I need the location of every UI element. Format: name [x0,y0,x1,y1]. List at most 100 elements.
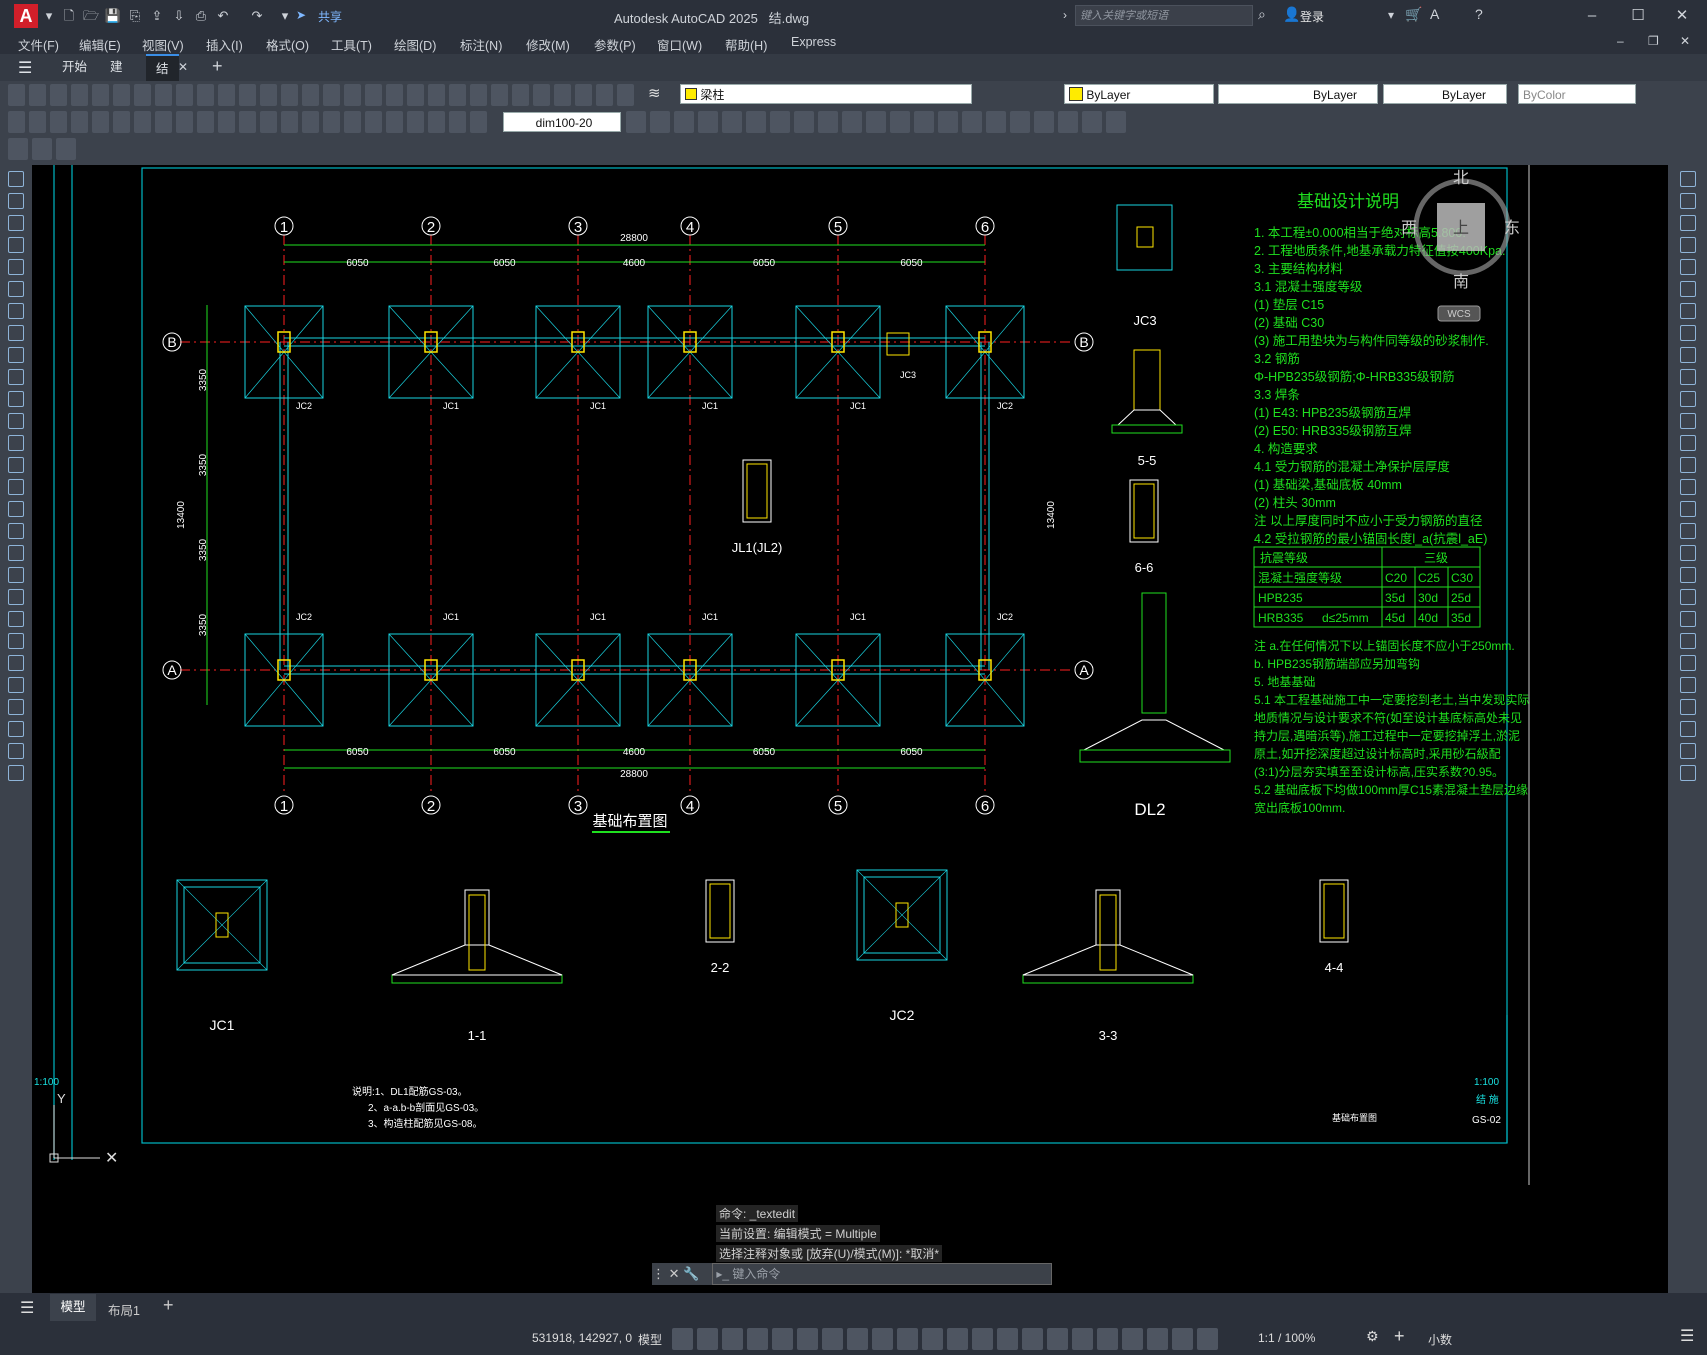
modify-tool-icon-27[interactable] [1680,743,1696,759]
tool-icon-17[interactable] [1010,111,1030,133]
draw-tool-icon-17[interactable] [8,523,24,539]
model-space-toggle[interactable]: 模型 [638,1331,662,1348]
viewcube-south[interactable]: 南 [1453,273,1469,291]
tool-icon-15[interactable] [302,111,319,133]
tool-icon-20[interactable] [1082,111,1102,133]
menu-draw[interactable]: 绘图(D) [394,35,436,54]
tool-icon-4[interactable] [71,111,88,133]
menu-insert[interactable]: 插入(I) [206,35,243,54]
tool-icon-22[interactable] [449,111,466,133]
workspace-gear-icon[interactable]: ⚙ [1366,1328,1379,1345]
tool-icon-17[interactable] [1072,1328,1093,1350]
draw-tool-icon-14[interactable] [8,457,24,473]
tool-icon-2[interactable] [650,111,670,133]
modify-tool-icon-23[interactable] [1680,655,1696,671]
doc-close-icon[interactable]: ✕ [1680,34,1690,48]
save-icon[interactable]: 💾 [104,7,122,25]
modify-tool-icon-18[interactable] [1680,545,1696,561]
tool-icon-7[interactable] [134,84,151,106]
tool-icon-3[interactable] [674,111,694,133]
modify-tool-icon-12[interactable] [1680,413,1696,429]
modify-tool-icon-5[interactable] [1680,259,1696,275]
menu-file[interactable]: 文件(F) [18,35,59,54]
tool-icon-24[interactable] [491,84,508,106]
tool-icon-10[interactable] [197,84,214,106]
tool-icon-20[interactable] [407,111,424,133]
tool-icon-21[interactable] [1172,1328,1193,1350]
tool-icon-18[interactable] [365,111,382,133]
draw-tool-icon-27[interactable] [8,743,24,759]
tool-icon-16[interactable] [986,111,1006,133]
customize-status-icon[interactable]: ☰ [1680,1326,1694,1346]
maximize-icon[interactable]: ☐ [1624,6,1652,26]
tool-icon-5[interactable] [92,111,109,133]
units-dropdown[interactable]: 小数 [1428,1331,1452,1348]
tool-icon-21[interactable] [428,111,445,133]
tool-icon-10[interactable] [897,1328,918,1350]
linetype-dropdown[interactable]: ByLayer [1218,84,1378,104]
draw-tool-icon-22[interactable] [8,633,24,649]
modify-tool-icon-11[interactable] [1680,391,1696,407]
tool-icon-13[interactable] [260,111,277,133]
tool-icon-15[interactable] [962,111,982,133]
tool-icon-20[interactable] [407,84,424,106]
viewcube-north[interactable]: 北 [1453,169,1469,187]
plot-icon[interactable]: ⎙ [192,7,210,25]
tool-icon-6[interactable] [797,1328,818,1350]
modify-tool-icon-19[interactable] [1680,567,1696,583]
layer-manager-icon[interactable]: ≋ [648,84,666,104]
search-input[interactable]: 键入关键字或短语 [1075,5,1253,26]
tool-icon-2[interactable] [32,138,52,160]
modify-tool-icon-20[interactable] [1680,589,1696,605]
modify-tool-icon-16[interactable] [1680,501,1696,517]
draw-tool-icon-10[interactable] [8,369,24,385]
tool-icon-21[interactable] [1106,111,1126,133]
new-file-icon[interactable]: 🗋 [60,7,78,25]
draw-tool-icon-21[interactable] [8,611,24,627]
hamburger-icon[interactable]: ☰ [18,58,32,78]
layer-dropdown[interactable]: 梁柱 [680,84,972,104]
draw-tool-icon-24[interactable] [8,677,24,693]
menu-modify[interactable]: 修改(M) [526,35,570,54]
modify-tool-icon-9[interactable] [1680,347,1696,363]
tool-icon-9[interactable] [176,84,193,106]
tool-icon-27[interactable] [554,84,571,106]
tool-icon-8[interactable] [155,111,172,133]
modify-tool-icon-1[interactable] [1680,171,1696,187]
tool-icon-9[interactable] [176,111,193,133]
tool-icon-1[interactable] [672,1328,693,1350]
user-icon[interactable]: 👤 [1283,6,1300,23]
open-web-icon[interactable]: ⇪ [148,7,166,25]
tool-icon-6[interactable] [113,111,130,133]
tool-icon-4[interactable] [747,1328,768,1350]
tool-icon-14[interactable] [997,1328,1018,1350]
annotation-scale[interactable]: 1:1 / 100% [1258,1331,1315,1345]
draw-tool-icon-11[interactable] [8,391,24,407]
search-arrow-icon[interactable]: › [1063,8,1067,22]
tab-jian[interactable]: 建 [100,54,133,81]
tool-icon-8[interactable] [847,1328,868,1350]
viewcube-east[interactable]: 东 [1504,219,1520,237]
draw-tool-icon-26[interactable] [8,721,24,737]
draw-tool-icon-4[interactable] [8,237,24,253]
tool-icon-1[interactable] [8,111,25,133]
plus-icon[interactable]: + [1394,1326,1405,1347]
tool-icon-23[interactable] [470,111,487,133]
modify-tool-icon-26[interactable] [1680,721,1696,737]
tool-icon-8[interactable] [155,84,172,106]
draw-tool-icon-20[interactable] [8,589,24,605]
modify-tool-icon-15[interactable] [1680,479,1696,495]
modify-tool-icon-25[interactable] [1680,699,1696,715]
draw-tool-icon-7[interactable] [8,303,24,319]
tool-icon-11[interactable] [218,84,235,106]
tool-icon-15[interactable] [1022,1328,1043,1350]
tool-icon-25[interactable] [512,84,529,106]
search-icon[interactable]: ⌕ [1258,6,1266,23]
tool-icon-18[interactable] [1097,1328,1118,1350]
tool-icon-17[interactable] [344,111,361,133]
tool-icon-9[interactable] [818,111,838,133]
menu-dimension[interactable]: 标注(N) [460,35,502,54]
modify-tool-icon-2[interactable] [1680,193,1696,209]
viewcube-top-label[interactable]: 上 [1453,219,1469,237]
tool-icon-22[interactable] [1197,1328,1218,1350]
